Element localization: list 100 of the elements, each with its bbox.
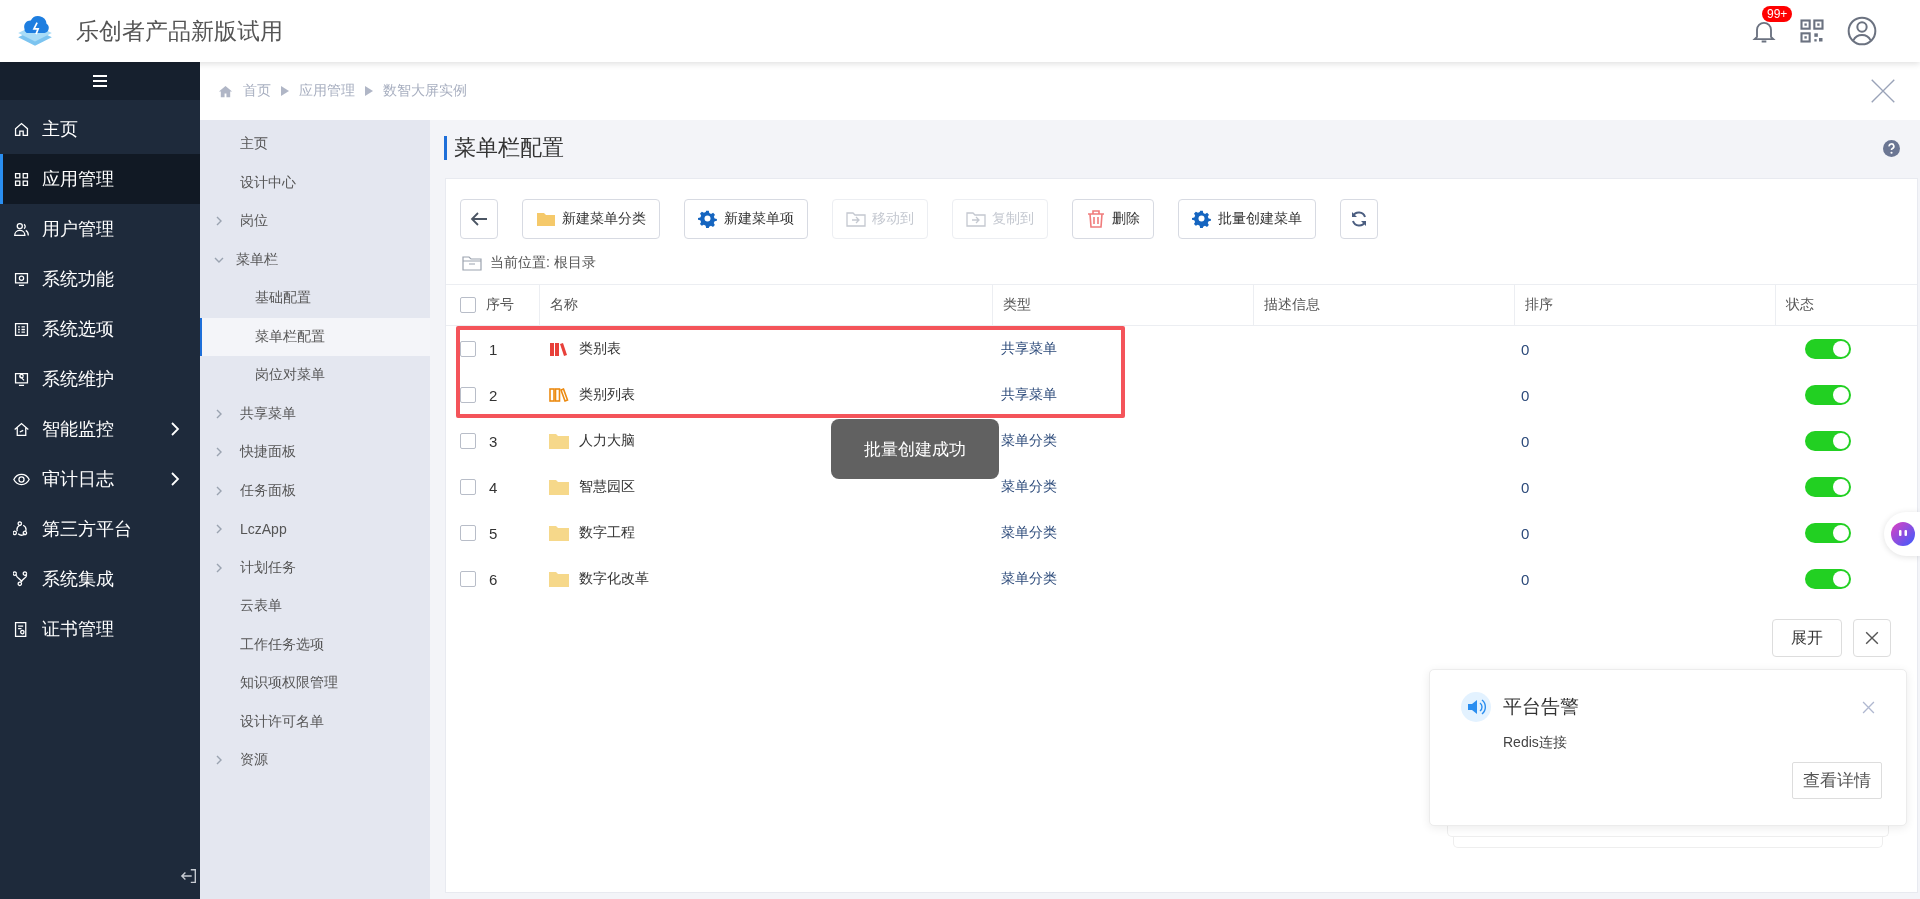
submenu-item[interactable]: 岗位对菜单 — [200, 356, 430, 395]
table-cell: 5 — [489, 524, 498, 542]
submenu-item[interactable]: 快捷面板 — [200, 433, 430, 472]
trash-icon — [1086, 209, 1106, 229]
submenu-item[interactable]: 主页 — [200, 125, 430, 164]
back-button[interactable] — [460, 199, 498, 239]
list-icon — [13, 320, 30, 338]
notification-text: Redis连接 — [1503, 734, 1568, 752]
table-cell: 1 — [489, 340, 498, 358]
view-details-button[interactable]: 查看详情 — [1792, 762, 1882, 799]
column-header: 排序 — [1525, 296, 1553, 314]
toolbar-button[interactable]: 批量创建菜单 — [1178, 199, 1316, 239]
folder-icon — [549, 525, 569, 541]
submenu-item[interactable]: LczApp — [200, 510, 430, 549]
status-toggle[interactable] — [1805, 339, 1851, 359]
gear-icon — [698, 209, 718, 229]
submenu-item[interactable]: 基础配置 — [200, 279, 430, 318]
triangle-right-icon — [365, 86, 373, 96]
table-cell: 3 — [489, 432, 498, 450]
close-button[interactable] — [1853, 619, 1891, 657]
chevron-right-icon — [214, 755, 224, 766]
checkbox[interactable] — [460, 341, 476, 357]
chevron-right-icon — [214, 408, 224, 419]
chevron-right-icon — [214, 524, 224, 535]
qr-code-icon[interactable] — [1798, 17, 1826, 45]
submenu-item[interactable]: 任务面板 — [200, 471, 430, 510]
sidebar-item[interactable]: 系统集成 — [0, 554, 200, 604]
column-header: 序号 — [486, 296, 514, 314]
toolbar-button[interactable]: 新建菜单项 — [684, 199, 808, 239]
table-cell: 菜单分类 — [1001, 478, 1057, 496]
submenu-item[interactable]: 知识项权限管理 — [200, 664, 430, 703]
toolbar-button[interactable]: 删除 — [1072, 199, 1154, 239]
help-icon[interactable] — [1883, 139, 1900, 157]
notification-badge: 99+ — [1762, 6, 1793, 22]
status-toggle[interactable] — [1805, 523, 1851, 543]
sidebar-item[interactable]: 系统维护 — [0, 354, 200, 404]
status-toggle[interactable] — [1805, 385, 1851, 405]
sidebar-item[interactable]: 用户管理 — [0, 204, 200, 254]
sidebar-item[interactable]: 主页 — [0, 104, 200, 154]
expand-button[interactable]: 展开 — [1772, 619, 1842, 657]
triangle-right-icon — [281, 86, 289, 96]
chevron-right-icon — [214, 485, 224, 496]
logout-icon[interactable] — [180, 867, 198, 885]
folder-icon — [549, 571, 569, 587]
checkbox[interactable] — [460, 297, 476, 313]
books-icon — [549, 341, 569, 357]
checkbox[interactable] — [460, 571, 476, 587]
chevron-right-icon — [170, 471, 180, 487]
sidebar-item[interactable]: 智能监控 — [0, 404, 200, 454]
page-title: 菜单栏配置 — [444, 136, 564, 160]
submenu-item[interactable]: 设计许可名单 — [200, 702, 430, 741]
sidebar-item[interactable]: 审计日志 — [0, 454, 200, 504]
chevron-right-icon — [214, 562, 224, 573]
sidebar-item[interactable]: 系统功能 — [0, 254, 200, 304]
column-header: 名称 — [550, 296, 578, 314]
submenu-item[interactable]: 设计中心 — [200, 163, 430, 202]
sidebar-item[interactable]: 系统选项 — [0, 304, 200, 354]
status-toggle[interactable] — [1805, 431, 1851, 451]
table-cell: 数字工程 — [579, 524, 635, 542]
status-toggle[interactable] — [1805, 477, 1851, 497]
folder-icon — [549, 433, 569, 449]
status-toggle[interactable] — [1805, 569, 1851, 589]
table-cell: 0 — [1521, 478, 1530, 496]
sidebar-item[interactable]: 第三方平台 — [0, 504, 200, 554]
folder-arrow-icon — [846, 209, 866, 229]
submenu-item[interactable]: 资源 — [200, 741, 430, 780]
submenu-item[interactable]: 工作任务选项 — [200, 625, 430, 664]
submenu-item[interactable]: 岗位 — [200, 202, 430, 241]
folder-icon — [549, 479, 569, 495]
submenu-item[interactable]: 云表单 — [200, 587, 430, 626]
submenu-item[interactable]: 菜单栏 — [200, 240, 430, 279]
column-header: 类型 — [1003, 296, 1031, 314]
assistant-icon — [1891, 522, 1915, 546]
table-cell: 菜单分类 — [1001, 570, 1057, 588]
sidebar-item[interactable]: 证书管理 — [0, 604, 200, 654]
table-cell: 菜单分类 — [1001, 432, 1057, 450]
table-cell: 2 — [489, 386, 498, 404]
checkbox[interactable] — [460, 525, 476, 541]
sidebar-item[interactable]: 应用管理 — [0, 154, 200, 204]
home-icon[interactable] — [218, 83, 233, 99]
close-icon[interactable] — [1862, 700, 1875, 714]
toolbar-button[interactable]: 新建菜单分类 — [522, 199, 660, 239]
submenu-item[interactable]: 菜单栏配置 — [200, 317, 430, 356]
close-icon[interactable] — [1870, 78, 1896, 104]
checkbox[interactable] — [460, 479, 476, 495]
submenu-item[interactable]: 计划任务 — [200, 548, 430, 587]
checkbox[interactable] — [460, 387, 476, 403]
table-cell: 共享菜单 — [1001, 340, 1057, 358]
house-icon — [13, 420, 30, 438]
submenu-item[interactable]: 共享菜单 — [200, 394, 430, 433]
home-icon — [13, 120, 30, 138]
chevron-right-icon — [214, 447, 224, 458]
table-cell: 0 — [1521, 432, 1530, 450]
checkbox[interactable] — [460, 433, 476, 449]
menu-icon[interactable] — [93, 75, 107, 87]
user-avatar-icon[interactable] — [1846, 15, 1878, 47]
grid-icon — [13, 170, 30, 188]
refresh-button[interactable] — [1340, 199, 1378, 239]
users-icon — [13, 220, 30, 238]
table-cell: 4 — [489, 478, 498, 496]
